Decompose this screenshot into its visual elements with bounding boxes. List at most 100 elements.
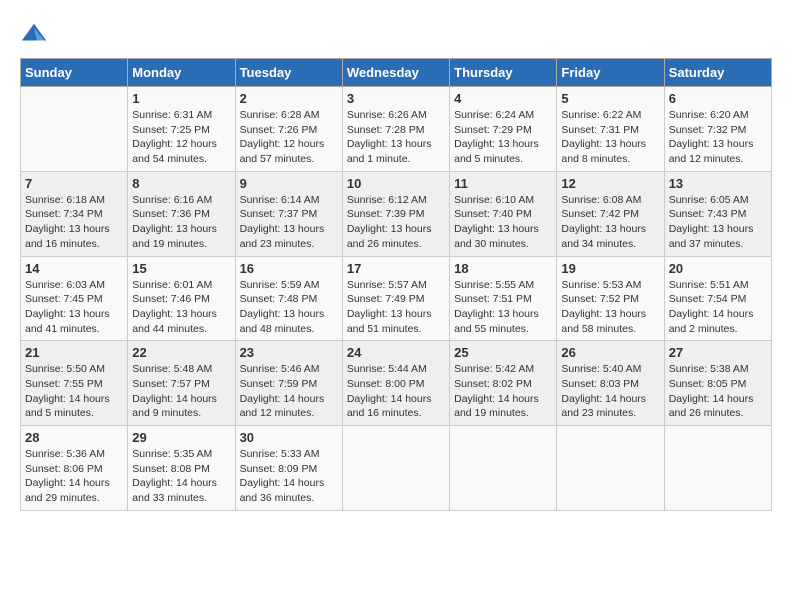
day-number: 1 — [132, 91, 230, 106]
calendar-cell: 27Sunrise: 5:38 AM Sunset: 8:05 PM Dayli… — [664, 341, 771, 426]
day-info: Sunrise: 5:51 AM Sunset: 7:54 PM Dayligh… — [669, 278, 767, 337]
calendar-header: SundayMondayTuesdayWednesdayThursdayFrid… — [21, 59, 772, 87]
header-row: SundayMondayTuesdayWednesdayThursdayFrid… — [21, 59, 772, 87]
day-number: 10 — [347, 176, 445, 191]
calendar-cell: 8Sunrise: 6:16 AM Sunset: 7:36 PM Daylig… — [128, 171, 235, 256]
calendar-cell: 16 Sunrise: 5:59 AM Sunset: 7:48 PM Dayli… — [235, 256, 342, 341]
day-number: 25 — [454, 345, 552, 360]
day-info: Sunrise: 6:28 AM Sunset: 7:26 PM Dayligh… — [240, 108, 338, 167]
calendar-cell — [557, 426, 664, 511]
calendar-cell: 30 Sunrise: 5:33 AM Sunset: 8:09 PM Dayli… — [235, 426, 342, 511]
day-info: Sunrise: 6:01 AM Sunset: 7:46 PM Dayligh… — [132, 278, 230, 337]
day-number: 20 — [669, 261, 767, 276]
day-number: 12 — [561, 176, 659, 191]
calendar-cell — [21, 87, 128, 172]
calendar-table: SundayMondayTuesdayWednesdayThursdayFrid… — [20, 58, 772, 511]
day-number: 6 — [669, 91, 767, 106]
header-day-sunday: Sunday — [21, 59, 128, 87]
calendar-cell — [664, 426, 771, 511]
calendar-cell: 26 Sunrise: 5:40 AM Sunset: 8:03 PM Dayli… — [557, 341, 664, 426]
day-number: 29 — [132, 430, 230, 445]
header-day-saturday: Saturday — [664, 59, 771, 87]
day-info: Sunrise: 5:48 AM Sunset: 7:57 PM Dayligh… — [132, 362, 230, 421]
day-number: 21 — [25, 345, 123, 360]
calendar-cell: 13 Sunrise: 6:05 AM Sunset: 7:43 PM Dayli… — [664, 171, 771, 256]
header-day-tuesday: Tuesday — [235, 59, 342, 87]
calendar-week-1: 1 Sunrise: 6:31 AM Sunset: 7:25 PM Daylig… — [21, 87, 772, 172]
calendar-week-3: 14Sunrise: 6:03 AM Sunset: 7:45 PM Dayli… — [21, 256, 772, 341]
day-number: 22 — [132, 345, 230, 360]
day-info: Sunrise: 5:36 AM Sunset: 8:06 PM Dayligh… — [25, 447, 123, 506]
calendar-cell — [450, 426, 557, 511]
day-info: Sunrise: 6:10 AM Sunset: 7:40 PM Dayligh… — [454, 193, 552, 252]
calendar-cell: 18Sunrise: 5:55 AM Sunset: 7:51 PM Dayli… — [450, 256, 557, 341]
day-info: Sunrise: 5:55 AM Sunset: 7:51 PM Dayligh… — [454, 278, 552, 337]
day-info: Sunrise: 6:20 AM Sunset: 7:32 PM Dayligh… — [669, 108, 767, 167]
logo — [20, 20, 52, 48]
calendar-cell: 20 Sunrise: 5:51 AM Sunset: 7:54 PM Dayli… — [664, 256, 771, 341]
day-info: Sunrise: 6:05 AM Sunset: 7:43 PM Dayligh… — [669, 193, 767, 252]
header-day-wednesday: Wednesday — [342, 59, 449, 87]
day-info: Sunrise: 6:03 AM Sunset: 7:45 PM Dayligh… — [25, 278, 123, 337]
calendar-cell: 2 Sunrise: 6:28 AM Sunset: 7:26 PM Daylig… — [235, 87, 342, 172]
calendar-cell: 5 Sunrise: 6:22 AM Sunset: 7:31 PM Daylig… — [557, 87, 664, 172]
day-info: Sunrise: 6:22 AM Sunset: 7:31 PM Dayligh… — [561, 108, 659, 167]
calendar-cell: 24 Sunrise: 5:44 AM Sunset: 8:00 PM Dayli… — [342, 341, 449, 426]
day-number: 26 — [561, 345, 659, 360]
day-info: Sunrise: 5:42 AM Sunset: 8:02 PM Dayligh… — [454, 362, 552, 421]
calendar-cell: 11 Sunrise: 6:10 AM Sunset: 7:40 PM Dayli… — [450, 171, 557, 256]
day-number: 4 — [454, 91, 552, 106]
day-number: 27 — [669, 345, 767, 360]
calendar-cell: 1 Sunrise: 6:31 AM Sunset: 7:25 PM Daylig… — [128, 87, 235, 172]
day-info: Sunrise: 5:50 AM Sunset: 7:55 PM Dayligh… — [25, 362, 123, 421]
calendar-week-4: 21 Sunrise: 5:50 AM Sunset: 7:55 PM Dayli… — [21, 341, 772, 426]
calendar-cell: 23 Sunrise: 5:46 AM Sunset: 7:59 PM Dayli… — [235, 341, 342, 426]
day-number: 13 — [669, 176, 767, 191]
day-number: 5 — [561, 91, 659, 106]
calendar-cell: 3Sunrise: 6:26 AM Sunset: 7:28 PM Daylig… — [342, 87, 449, 172]
day-info: Sunrise: 5:53 AM Sunset: 7:52 PM Dayligh… — [561, 278, 659, 337]
calendar-body: 1 Sunrise: 6:31 AM Sunset: 7:25 PM Daylig… — [21, 87, 772, 511]
day-number: 8 — [132, 176, 230, 191]
day-info: Sunrise: 5:46 AM Sunset: 7:59 PM Dayligh… — [240, 362, 338, 421]
day-info: Sunrise: 5:35 AM Sunset: 8:08 PM Dayligh… — [132, 447, 230, 506]
logo-icon — [20, 20, 48, 48]
day-info: Sunrise: 6:14 AM Sunset: 7:37 PM Dayligh… — [240, 193, 338, 252]
day-number: 15 — [132, 261, 230, 276]
day-info: Sunrise: 5:57 AM Sunset: 7:49 PM Dayligh… — [347, 278, 445, 337]
calendar-cell: 21 Sunrise: 5:50 AM Sunset: 7:55 PM Dayli… — [21, 341, 128, 426]
day-info: Sunrise: 5:59 AM Sunset: 7:48 PM Dayligh… — [240, 278, 338, 337]
calendar-cell: 4Sunrise: 6:24 AM Sunset: 7:29 PM Daylig… — [450, 87, 557, 172]
day-info: Sunrise: 6:31 AM Sunset: 7:25 PM Dayligh… — [132, 108, 230, 167]
calendar-cell: 28 Sunrise: 5:36 AM Sunset: 8:06 PM Dayli… — [21, 426, 128, 511]
calendar-cell: 17 Sunrise: 5:57 AM Sunset: 7:49 PM Dayli… — [342, 256, 449, 341]
calendar-cell: 14Sunrise: 6:03 AM Sunset: 7:45 PM Dayli… — [21, 256, 128, 341]
day-number: 16 — [240, 261, 338, 276]
day-number: 2 — [240, 91, 338, 106]
calendar-cell: 10 Sunrise: 6:12 AM Sunset: 7:39 PM Dayli… — [342, 171, 449, 256]
calendar-cell — [342, 426, 449, 511]
day-number: 3 — [347, 91, 445, 106]
header-day-friday: Friday — [557, 59, 664, 87]
calendar-week-2: 7Sunrise: 6:18 AM Sunset: 7:34 PM Daylig… — [21, 171, 772, 256]
day-number: 24 — [347, 345, 445, 360]
day-number: 7 — [25, 176, 123, 191]
calendar-cell: 25 Sunrise: 5:42 AM Sunset: 8:02 PM Dayli… — [450, 341, 557, 426]
day-number: 30 — [240, 430, 338, 445]
calendar-cell: 12Sunrise: 6:08 AM Sunset: 7:42 PM Dayli… — [557, 171, 664, 256]
calendar-cell: 9 Sunrise: 6:14 AM Sunset: 7:37 PM Daylig… — [235, 171, 342, 256]
day-info: Sunrise: 5:44 AM Sunset: 8:00 PM Dayligh… — [347, 362, 445, 421]
day-info: Sunrise: 6:12 AM Sunset: 7:39 PM Dayligh… — [347, 193, 445, 252]
day-info: Sunrise: 5:33 AM Sunset: 8:09 PM Dayligh… — [240, 447, 338, 506]
header-day-thursday: Thursday — [450, 59, 557, 87]
day-number: 11 — [454, 176, 552, 191]
calendar-cell: 22 Sunrise: 5:48 AM Sunset: 7:57 PM Dayli… — [128, 341, 235, 426]
day-number: 28 — [25, 430, 123, 445]
day-number: 17 — [347, 261, 445, 276]
day-info: Sunrise: 5:40 AM Sunset: 8:03 PM Dayligh… — [561, 362, 659, 421]
day-number: 23 — [240, 345, 338, 360]
page-header — [20, 20, 772, 48]
calendar-cell: 6 Sunrise: 6:20 AM Sunset: 7:32 PM Daylig… — [664, 87, 771, 172]
calendar-cell: 7Sunrise: 6:18 AM Sunset: 7:34 PM Daylig… — [21, 171, 128, 256]
day-number: 9 — [240, 176, 338, 191]
